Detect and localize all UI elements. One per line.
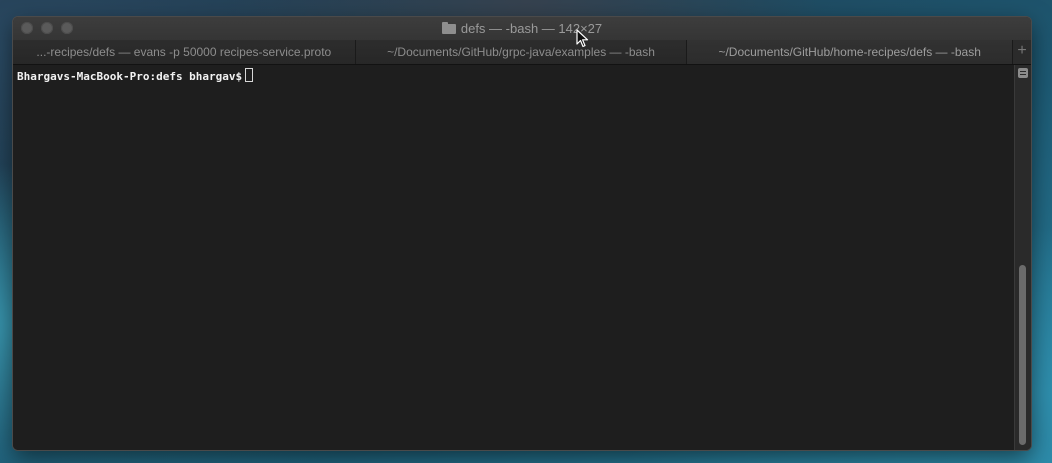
prompt-line: Bhargavs-MacBook-Pro:defs bhargav$ <box>17 68 254 84</box>
tab-grpc-java-examples[interactable]: ~/Documents/GitHub/grpc-java/examples — … <box>355 40 688 64</box>
tab-evans[interactable]: ...-recipes/defs — evans -p 50000 recipe… <box>13 40 356 64</box>
tab-bar: ...-recipes/defs — evans -p 50000 recipe… <box>13 40 1031 65</box>
scroll-thumb[interactable] <box>1019 265 1026 445</box>
terminal-window[interactable]: defs — -bash — 142×27 ...-recipes/defs —… <box>13 17 1031 450</box>
terminal-content[interactable]: Bhargavs-MacBook-Pro:defs bhargav$ <box>13 65 1015 450</box>
scroll-marks-icon[interactable] <box>1018 68 1028 78</box>
tab-label: ~/Documents/GitHub/home-recipes/defs — -… <box>718 45 981 59</box>
tab-label: ~/Documents/GitHub/grpc-java/examples — … <box>387 45 655 59</box>
window-title: defs — -bash — 142×27 <box>13 17 1031 40</box>
new-tab-button[interactable]: + <box>1013 40 1031 64</box>
folder-icon <box>441 22 456 34</box>
text-cursor <box>245 68 254 82</box>
tab-label: ...-recipes/defs — evans -p 50000 recipe… <box>36 45 332 59</box>
scrollbar[interactable] <box>1014 65 1031 450</box>
tab-home-recipes-defs[interactable]: ~/Documents/GitHub/home-recipes/defs — -… <box>687 40 1014 64</box>
shell-prompt: Bhargavs-MacBook-Pro:defs bhargav$ <box>17 70 243 83</box>
title-bar[interactable]: defs — -bash — 142×27 <box>13 17 1031 40</box>
